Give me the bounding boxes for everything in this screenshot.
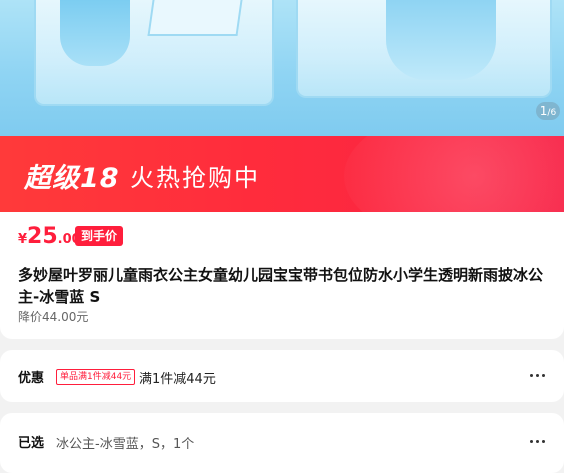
price-drop-note: 降价44.00元 xyxy=(18,310,89,324)
price-integer: 25 xyxy=(27,224,58,249)
coupon-tag[interactable]: 单品满1件减44元 xyxy=(56,369,136,385)
product-photo-raincoat-front xyxy=(0,0,290,136)
banner-glow xyxy=(344,136,564,212)
price: ¥ 25 .00 xyxy=(18,224,81,249)
image-counter: 1/6 xyxy=(536,102,560,120)
coupon-label: 优惠 xyxy=(18,371,45,386)
more-dots-icon[interactable] xyxy=(530,368,546,382)
banner-subtitle: 火热抢购中 xyxy=(130,164,260,192)
product-image-gallery[interactable]: 1/6 xyxy=(0,0,564,136)
product-info-card: ¥ 25 .00 到手价 多妙屋叶罗丽儿童雨衣公主女童幼儿园宝宝带书包位防水小学… xyxy=(0,212,564,339)
selected-spec-row[interactable]: 已选 冰公主-冰雪蓝，S，1个 xyxy=(0,413,564,473)
promo-banner: 超级18 火热抢购中 xyxy=(0,136,564,212)
selected-spec-text: 冰公主-冰雪蓝，S，1个 xyxy=(56,437,195,452)
product-title: 多妙屋叶罗丽儿童雨衣公主女童幼儿园宝宝带书包位防水小学生透明新雨披冰公主-冰雪蓝… xyxy=(18,266,544,306)
princess-figure xyxy=(60,0,130,66)
banner-title: 超级18 xyxy=(24,163,120,194)
final-price-badge: 到手价 xyxy=(75,226,124,246)
coupon-description: 满1件减44元 xyxy=(139,372,216,387)
price-currency: ¥ xyxy=(18,232,28,247)
selected-label: 已选 xyxy=(18,436,45,451)
more-dots-icon[interactable] xyxy=(530,434,546,448)
coupon-row[interactable]: 优惠 单品满1件减44元 满1件减44元 xyxy=(0,350,564,402)
princess-figure xyxy=(386,0,496,80)
product-photo-raincoat-back xyxy=(296,0,564,136)
raincoat-collar xyxy=(147,0,243,36)
